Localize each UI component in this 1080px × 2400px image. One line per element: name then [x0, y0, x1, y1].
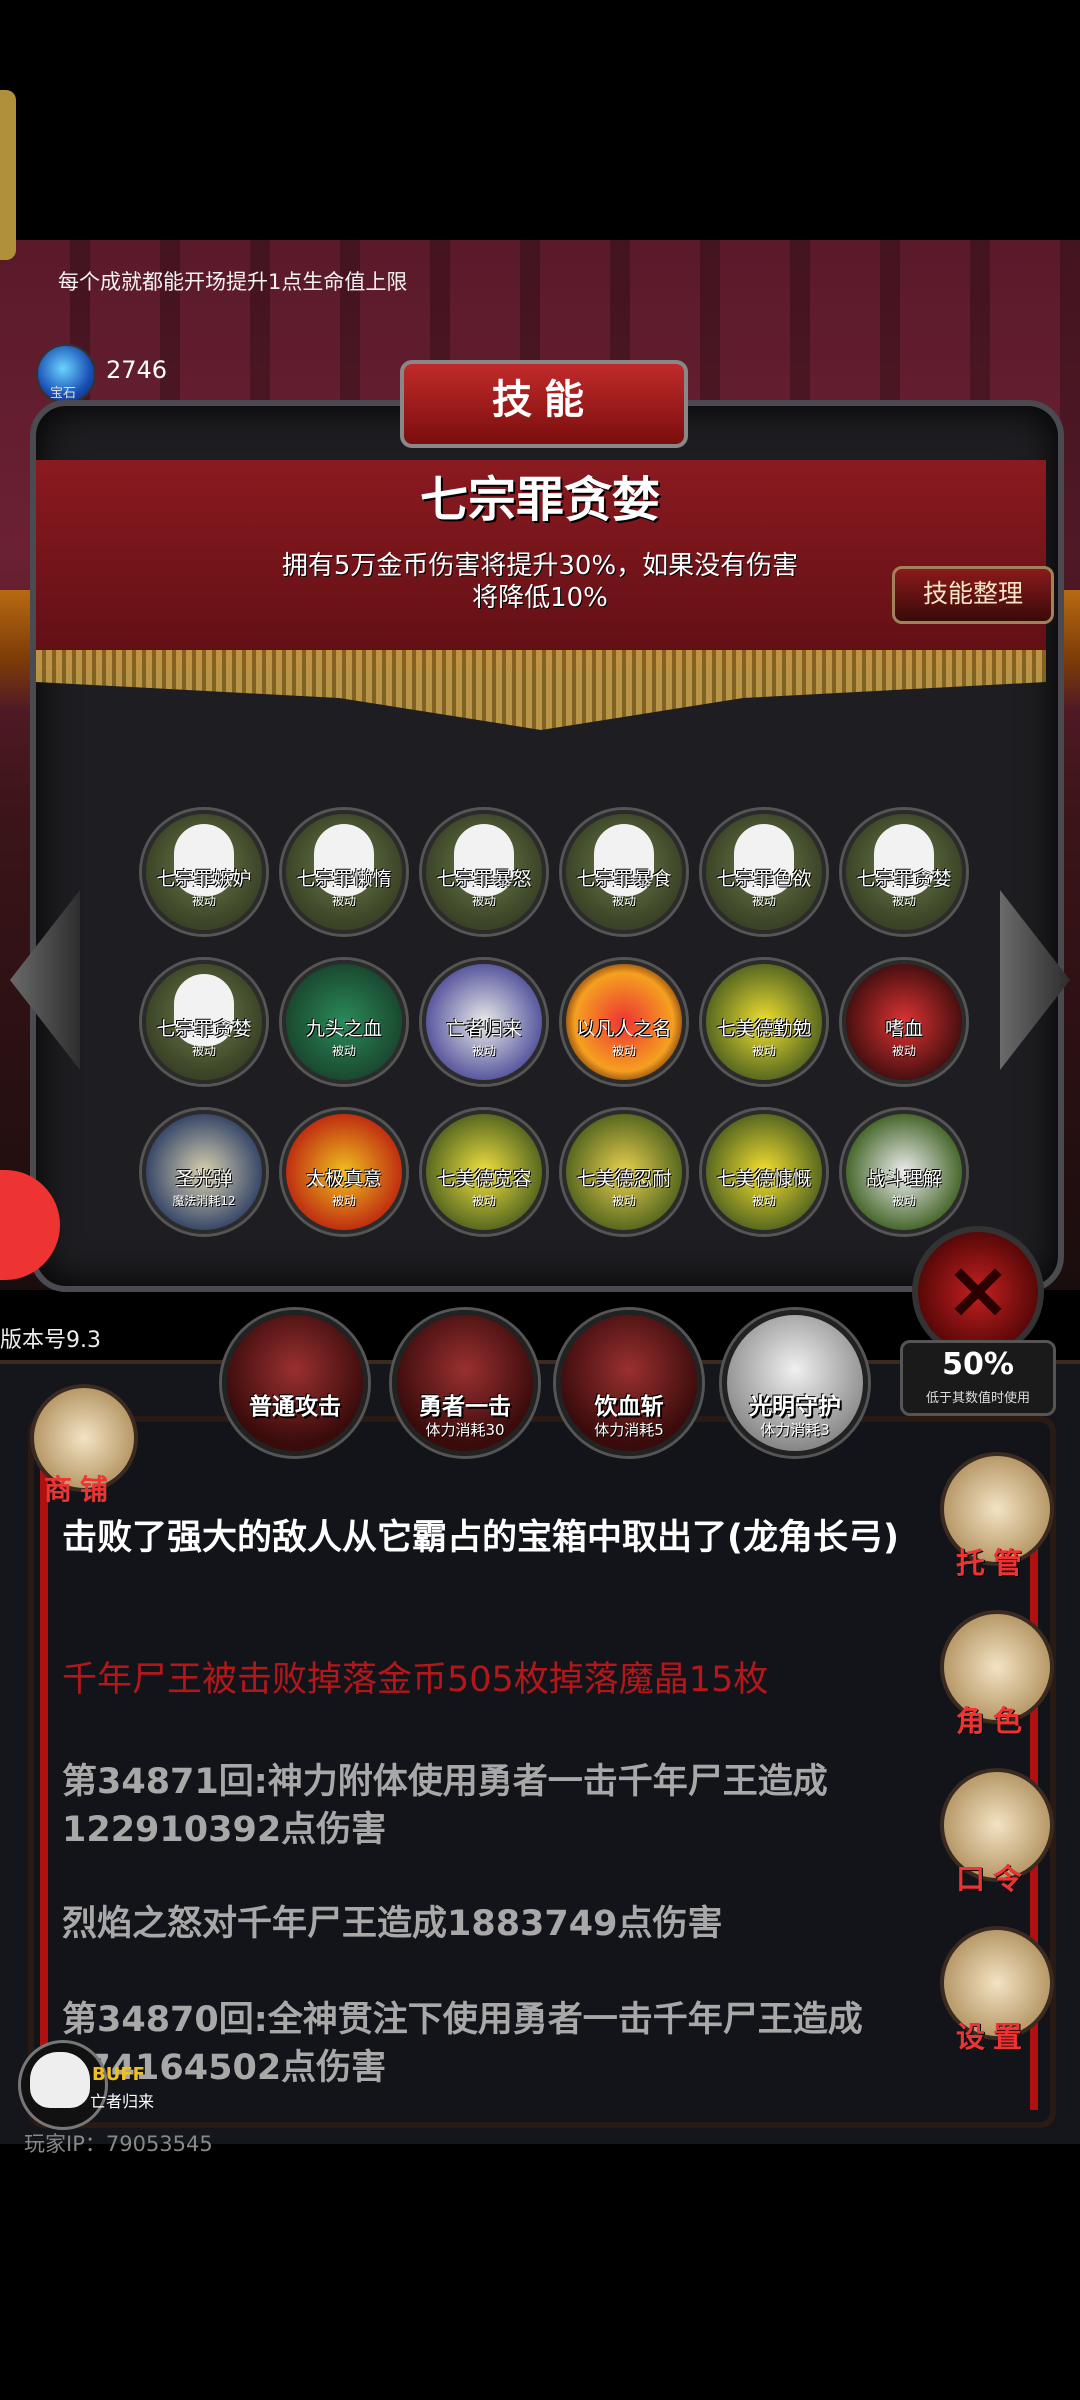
attack-label: 普通攻击: [249, 1394, 341, 1420]
skill-type: 被动: [611, 894, 636, 908]
skill-label: 战斗理解: [865, 1168, 942, 1190]
skill-type: 被动: [191, 1044, 216, 1058]
skill-type: 被动: [331, 894, 356, 908]
skill-type: 被动: [471, 1194, 496, 1208]
skill-label: 七宗罪暴怒: [436, 868, 532, 890]
skill-type: 被动: [751, 1044, 776, 1058]
shop-label: 商铺: [43, 1473, 116, 1506]
skill-label: 以凡人之名: [576, 1018, 672, 1040]
skill-type: 魔法消耗12: [172, 1194, 236, 1208]
skill-slot[interactable]: 亡者归来 被动: [422, 960, 546, 1084]
skill-slot[interactable]: 圣光弹魔法消耗12: [142, 1110, 266, 1234]
skill-type: 被动: [471, 894, 496, 908]
skill-type: 被动: [891, 1044, 916, 1058]
buff-name: 亡者归来: [90, 2092, 155, 2111]
skill-slot[interactable]: 七宗罪嫉妒 被动: [142, 810, 266, 934]
achievement-tip: 每个成就都能开场提升1点生命值上限: [58, 270, 408, 294]
skill-label: 圣光弹: [175, 1168, 233, 1190]
panel-title-plate: 技能: [400, 360, 688, 448]
skill-slot[interactable]: 七美德慷慨 被动: [702, 1110, 826, 1234]
skill-slot[interactable]: 九头之血 被动: [282, 960, 406, 1084]
skill-desc-line-2: 将降低10%: [472, 583, 608, 613]
skill-type: 被动: [611, 1044, 636, 1058]
skill-slot[interactable]: 七美德忍耐 被动: [562, 1110, 686, 1234]
skill-slot[interactable]: 七宗罪暴食 被动: [562, 810, 686, 934]
skill-label: 亡者归来: [445, 1018, 522, 1040]
battle-log-line: 烈焰之怒对千年尸王造成1883749点伤害: [62, 1904, 723, 1944]
attack-cost: 体力消耗5: [594, 1421, 664, 1439]
skill-slot-selected[interactable]: 七宗罪贪婪 被动: [842, 810, 966, 934]
battle-log-line: 千年尸王被击败掉落金币505枚掉落魔晶15枚: [62, 1660, 769, 1700]
attack-cost: 体力消耗30: [425, 1421, 505, 1439]
light-guard-button[interactable]: 光明守护 体力消耗3: [722, 1310, 868, 1456]
skill-slot[interactable]: 太极真意 被动: [282, 1110, 406, 1234]
attack-label: 光明守护: [749, 1394, 841, 1420]
code-label: 口令: [955, 1862, 1030, 1896]
skill-slot[interactable]: 战斗理解 被动: [842, 1110, 966, 1234]
skill-type: 被动: [331, 1044, 356, 1058]
hero-strike-button[interactable]: 勇者一击 体力消耗30: [392, 1310, 538, 1456]
normal-attack-button[interactable]: 普通攻击: [222, 1310, 368, 1456]
top-left-frame: [0, 90, 16, 260]
auto-threshold-value: 50%: [942, 1347, 1014, 1382]
skill-label: 嗜血: [884, 1018, 923, 1040]
skull-icon: [30, 2052, 90, 2108]
settings-label: 设置: [955, 2020, 1030, 2054]
skill-slot[interactable]: 以凡人之名 被动: [562, 960, 686, 1084]
version-label: 版本号9.3: [0, 1328, 101, 1353]
auto-threshold-caption: 低于其数值时使用: [925, 1391, 1030, 1406]
skill-slot[interactable]: 七美德宽容 被动: [422, 1110, 546, 1234]
skill-label: 七美德忍耐: [576, 1168, 672, 1190]
character-label: 角色: [955, 1704, 1030, 1738]
skill-type: 被动: [191, 894, 216, 908]
buff-tag: BUFF: [92, 2064, 145, 2085]
skill-slot[interactable]: 七宗罪色欲 被动: [702, 810, 826, 934]
attack-cost: 体力消耗3: [760, 1421, 830, 1439]
skill-label: 七宗罪嫉妒: [156, 868, 252, 890]
skill-label: 七宗罪懒惰: [296, 868, 392, 890]
gem-count: 2746: [106, 356, 168, 384]
battle-log-line: 击败了强大的敌人从它霸占的宝箱中取出了(龙角长弓): [62, 1518, 899, 1558]
skill-label: 七宗罪贪婪: [156, 1018, 252, 1040]
panel-title: 技能: [492, 377, 596, 423]
skill-type: 被动: [471, 1044, 496, 1058]
auto-threshold-badge[interactable]: 50% 低于其数值时使用: [900, 1340, 1056, 1416]
gem-label: 宝石: [50, 386, 77, 401]
skill-type: 被动: [751, 894, 776, 908]
skill-type: 被动: [331, 1194, 356, 1208]
skill-type: 被动: [611, 1194, 636, 1208]
gem-counter: 宝石 2746: [36, 344, 196, 404]
skill-slot[interactable]: 七宗罪贪婪 被动: [142, 960, 266, 1084]
skill-slot[interactable]: 七宗罪懒惰 被动: [282, 810, 406, 934]
organize-skills-button[interactable]: 技能整理: [892, 566, 1054, 624]
skill-type: 被动: [891, 894, 916, 908]
close-icon[interactable]: ×: [912, 1226, 1044, 1358]
battle-log-line: 第34870回:全神贯注下使用勇者一击千年尸王造成174164502点伤害: [62, 2000, 863, 2088]
player-id: 玩家IP：79053545: [24, 2132, 213, 2156]
skill-label: 七美德慷慨: [716, 1168, 812, 1190]
skill-slot[interactable]: 七宗罪暴怒 被动: [422, 810, 546, 934]
skill-label: 九头之血: [305, 1018, 382, 1040]
skill-label: 七美德宽容: [436, 1168, 532, 1190]
skill-slot[interactable]: 七美德勤勉 被动: [702, 960, 826, 1084]
selected-skill-description: 拥有5万金币伤害将提升30%，如果没有伤害 将降低10%: [240, 550, 840, 614]
auto-play-label: 托管: [955, 1546, 1030, 1580]
skill-slot[interactable]: 嗜血 被动: [842, 960, 966, 1084]
battle-log-line: 第34871回:神力附体使用勇者一击千年尸王造成122910392点伤害: [62, 1762, 828, 1850]
skill-label: 七宗罪色欲: [716, 868, 812, 890]
frame-rail-left: [40, 1470, 48, 2110]
attack-label: 勇者一击: [419, 1394, 511, 1420]
selected-skill-name: 七宗罪贪婪: [419, 472, 660, 528]
blood-slash-button[interactable]: 饮血斩 体力消耗5: [556, 1310, 702, 1456]
skill-label: 太极真意: [305, 1168, 382, 1190]
skill-desc-line-1: 拥有5万金币伤害将提升30%，如果没有伤害: [281, 551, 799, 581]
skill-label: 七宗罪暴食: [576, 868, 672, 890]
skill-type: 被动: [751, 1194, 776, 1208]
skill-type: 被动: [891, 1194, 916, 1208]
skill-label: 七美德勤勉: [716, 1018, 812, 1040]
attack-label: 饮血斩: [594, 1394, 664, 1420]
skill-label: 七宗罪贪婪: [856, 868, 952, 890]
